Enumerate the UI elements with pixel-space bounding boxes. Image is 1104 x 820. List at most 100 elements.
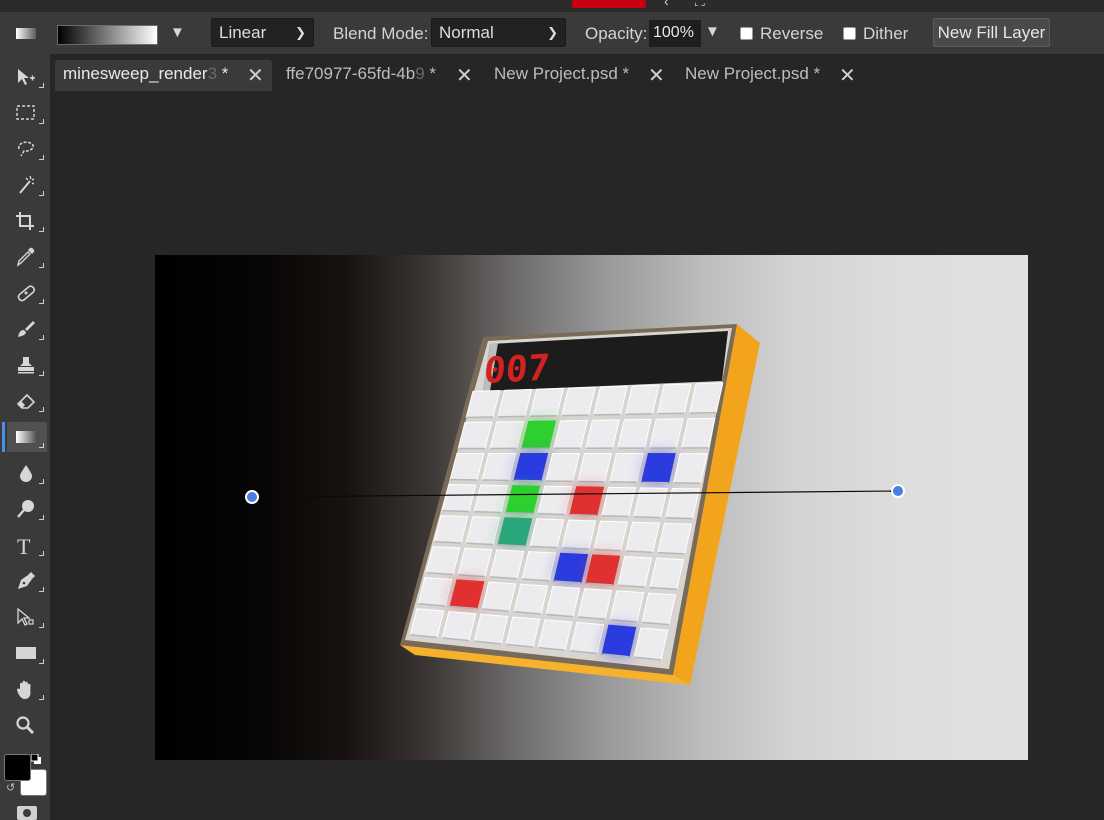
tab-label: New Project.psd * <box>685 64 821 83</box>
tab-modified-marker: * <box>424 64 436 83</box>
cell-edge <box>601 514 629 518</box>
close-icon[interactable]: ✕ <box>456 63 473 88</box>
fullscreen-icon[interactable]: ⛶ <box>695 0 705 10</box>
lasso-tool[interactable] <box>7 134 47 164</box>
foreground-color-swatch[interactable] <box>4 754 31 781</box>
gradient-tool[interactable] <box>2 422 47 452</box>
opacity-label: Opacity: <box>585 24 648 43</box>
shape-tool[interactable] <box>7 638 47 668</box>
dashed-rectangle-icon <box>16 105 35 120</box>
blur-tool[interactable] <box>7 458 47 488</box>
default-colors-icon[interactable] <box>31 754 41 764</box>
eyedropper-tool[interactable] <box>7 242 47 272</box>
opacity-input[interactable]: 100% <box>649 20 701 47</box>
chevron-down-icon: ❯ <box>547 25 558 40</box>
brush-tool[interactable] <box>7 314 47 344</box>
cell-edge <box>593 413 621 416</box>
tab-label: ffe70977-65fd-4b <box>286 64 416 83</box>
magic-wand-icon <box>19 175 35 194</box>
gradient-tool-icon <box>16 28 36 39</box>
clone-stamp-tool[interactable] <box>7 350 47 380</box>
drop-icon <box>20 465 32 482</box>
path-select-tool[interactable] <box>7 602 47 632</box>
gradient-type-value: Linear <box>219 23 267 42</box>
bandage-icon <box>17 285 36 302</box>
type-tool[interactable]: T <box>7 530 47 560</box>
rectangle-icon <box>16 647 36 659</box>
reverse-checkbox[interactable] <box>740 27 753 40</box>
tab-modified-marker: * <box>217 64 229 83</box>
blend-mode-select[interactable]: Normal ❯ <box>431 18 566 47</box>
zoom-tool[interactable] <box>7 710 47 740</box>
dither-checkbox[interactable] <box>843 27 856 40</box>
type-icon: T <box>17 535 31 557</box>
hand-tool[interactable] <box>7 674 47 704</box>
move-tool[interactable] <box>7 62 47 92</box>
tab-label-faded: 9 <box>415 64 425 83</box>
magic-wand-tool[interactable] <box>7 170 47 200</box>
document-tab-bar: minesweep_render3 * ✕ ffe70977-65fd-4b9 … <box>50 54 1104 94</box>
chevron-down-icon: ❯ <box>295 25 306 40</box>
cell-edge <box>529 414 557 417</box>
healing-brush-tool[interactable] <box>7 278 47 308</box>
close-icon[interactable]: ✕ <box>247 63 264 88</box>
tab-minesweep-render[interactable]: minesweep_render3 * ✕ <box>55 60 272 91</box>
options-bar: ▼ Linear ❯ Blend Mode: Normal ❯ Opacity:… <box>0 12 1104 54</box>
reverse-label: Reverse <box>760 24 824 43</box>
lasso-icon <box>18 141 35 157</box>
eyedropper-icon <box>16 247 35 267</box>
pen-tool[interactable] <box>7 566 47 596</box>
cell-edge <box>657 412 685 415</box>
cell-edge <box>569 513 597 517</box>
cell-edge <box>506 511 533 515</box>
swap-colors-icon[interactable]: ↺ <box>6 781 15 794</box>
hand-icon <box>17 680 31 699</box>
tab-label: minesweep_render <box>63 64 208 83</box>
cell-edge <box>474 510 501 514</box>
eraser-icon <box>16 393 36 409</box>
cell-edge <box>665 516 693 520</box>
account-button[interactable] <box>572 0 646 8</box>
blend-mode-label: Blend Mode: <box>333 24 429 43</box>
tab-new-project-2[interactable]: New Project.psd * ✕ <box>677 60 863 91</box>
tab-new-project-1[interactable]: New Project.psd * ✕ <box>486 60 672 91</box>
svg-text:T: T <box>17 535 31 557</box>
direct-select-icon <box>17 607 34 626</box>
tab-ffe70977[interactable]: ffe70977-65fd-4b9 * ✕ <box>278 60 478 91</box>
marquee-tool[interactable] <box>7 98 47 128</box>
cell-edge <box>633 515 661 519</box>
crop-tool[interactable] <box>7 206 47 236</box>
back-icon[interactable]: ‹ <box>664 0 669 9</box>
quick-mask-icon[interactable] <box>17 806 37 820</box>
mine-counter-display: 007 <box>482 346 551 392</box>
blend-mode-value: Normal <box>439 23 494 42</box>
cell-edge <box>498 415 525 418</box>
dither-label: Dither <box>863 24 909 43</box>
close-icon[interactable]: ✕ <box>648 63 665 88</box>
new-fill-layer-button[interactable]: New Fill Layer <box>933 18 1050 47</box>
cell-edge <box>537 512 565 516</box>
cell-edge <box>689 411 717 414</box>
menu-bar: ‹ ⛶ <box>0 0 1104 12</box>
tab-label-faded: 3 <box>207 64 218 83</box>
tab-label: New Project.psd * <box>494 64 630 83</box>
gradient-type-select[interactable]: Linear ❯ <box>211 18 314 47</box>
gradient-presets-dropdown-icon[interactable]: ▼ <box>170 24 185 41</box>
move-arrow-icon <box>18 69 35 85</box>
dodge-icon <box>17 500 34 518</box>
brush-icon <box>18 321 35 337</box>
gradient-icon <box>16 431 36 443</box>
pen-icon <box>18 572 35 589</box>
document-canvas[interactable]: 007 <box>155 255 1028 760</box>
eraser-tool[interactable] <box>7 386 47 416</box>
toolbar: T ↺ <box>0 54 50 820</box>
close-icon[interactable]: ✕ <box>839 63 856 88</box>
cell-edge <box>561 414 589 417</box>
gradient-preview-swatch[interactable] <box>57 25 158 45</box>
crop-icon <box>16 212 34 230</box>
opacity-dropdown-icon[interactable]: ▼ <box>705 23 720 40</box>
cell-edge <box>625 413 653 416</box>
minesweeper-device-render: 007 <box>400 324 760 685</box>
dodge-tool[interactable] <box>7 494 47 524</box>
cell-edge <box>442 509 470 513</box>
